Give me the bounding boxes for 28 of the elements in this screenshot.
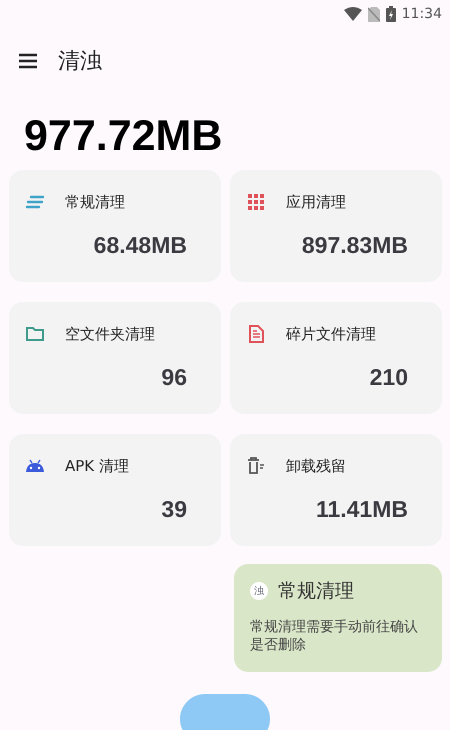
card-title: 碎片文件清理 bbox=[286, 324, 376, 344]
app-icon: 浊 bbox=[250, 582, 268, 600]
card-title: 空文件夹清理 bbox=[65, 324, 155, 344]
wifi-icon bbox=[344, 7, 362, 21]
app-title: 清浊 bbox=[58, 48, 102, 76]
card-value: 897.83MB bbox=[302, 232, 408, 259]
clean-card[interactable]: 卸载残留 11.41MB bbox=[230, 434, 442, 546]
card-value: 39 bbox=[161, 496, 187, 523]
card-value: 11.41MB bbox=[316, 496, 408, 523]
toast-title: 常规清理 bbox=[278, 579, 354, 604]
card-value: 96 bbox=[161, 364, 187, 391]
toast-message: 常规清理需要手动前往确认是否删除 bbox=[250, 618, 419, 654]
no-sim-icon bbox=[368, 6, 380, 22]
clean-card[interactable]: 碎片文件清理 210 bbox=[230, 302, 442, 414]
card-title: 常规清理 bbox=[65, 192, 125, 212]
status-time: 11:34 bbox=[402, 6, 442, 22]
card-title: APK 清理 bbox=[65, 456, 129, 476]
card-title: 应用清理 bbox=[286, 192, 346, 212]
battery-charging-icon bbox=[386, 6, 396, 22]
clean-card[interactable]: 常规清理 68.48MB bbox=[9, 170, 221, 282]
total-size: 977.72MB bbox=[24, 112, 222, 160]
card-value: 210 bbox=[370, 364, 408, 391]
clean-card[interactable]: APK 清理 39 bbox=[9, 434, 221, 546]
clean-card[interactable]: 应用清理 897.83MB bbox=[230, 170, 442, 282]
card-title: 卸载残留 bbox=[286, 456, 346, 476]
clean-card[interactable]: 空文件夹清理 96 bbox=[9, 302, 221, 414]
menu-icon[interactable] bbox=[18, 53, 38, 69]
card-value: 68.48MB bbox=[94, 232, 187, 259]
